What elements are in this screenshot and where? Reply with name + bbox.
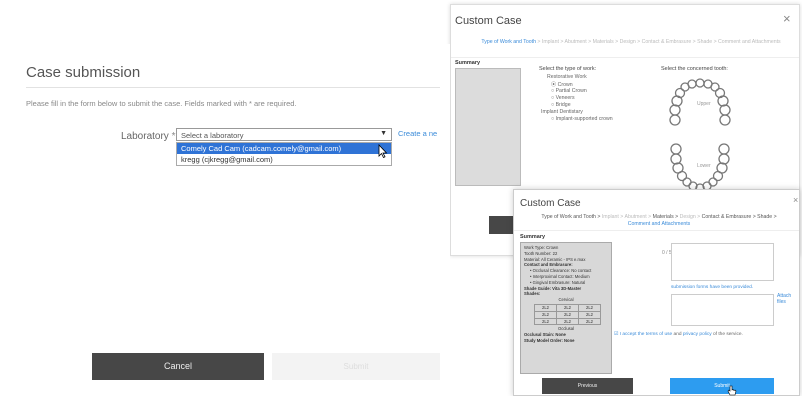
laboratory-option-comely[interactable]: Comely Cad Cam (cadcam.comely@gmail.com)	[177, 143, 391, 154]
step-comment[interactable]: Comment and Attachments	[628, 221, 691, 227]
tooth-chart[interactable]	[669, 77, 731, 195]
submit-button[interactable]: Submit	[670, 378, 774, 394]
summary-heading: Summary	[520, 234, 546, 240]
table-row: 2L2 2L2 2L2	[534, 317, 601, 326]
implant-label: Implant Dentistary	[541, 109, 583, 115]
dialog-title: Custom Case	[520, 198, 581, 209]
radio-bridge[interactable]: ○ Bridge	[551, 102, 571, 108]
required-mark: *	[171, 131, 176, 142]
lower-jaw-label: Lower	[697, 163, 711, 169]
shade-table: 2L2 2L2 2L2 2L2 2L2 2L2 2L2 2L2 2L2	[534, 303, 601, 326]
step-type-of-work[interactable]: Type of Work and Tooth	[481, 39, 536, 45]
step-type-of-work[interactable]: Type of Work and Tooth >	[541, 214, 602, 220]
form-description: Please fill in the form below to submit …	[26, 99, 297, 108]
step-materials[interactable]: Materials >	[653, 214, 680, 220]
comment-textarea[interactable]	[671, 243, 774, 281]
table-row: 2L2 2L2 2L2	[534, 310, 601, 319]
case-submission-page: Case submission Please fill in the form …	[4, 44, 450, 396]
submission-forms-link[interactable]: submission forms	[671, 285, 708, 290]
page-title: Case submission	[26, 64, 141, 81]
restorative-label: Restorative Work	[547, 74, 587, 80]
attachments-dropzone[interactable]	[671, 294, 774, 326]
summary-panel	[455, 68, 521, 186]
hand-pointer-icon	[727, 385, 737, 396]
cervical-label: Cervical	[558, 297, 574, 303]
summary-heading: Summary	[455, 60, 481, 66]
divider	[514, 230, 799, 231]
radio-implant-crown[interactable]: ○ Implant-supported crown	[551, 116, 613, 122]
terms-checkbox[interactable]: ☑	[614, 332, 618, 337]
dialog-title: Custom Case	[455, 15, 522, 27]
laboratory-select[interactable]: Select a laboratory ▼	[176, 128, 392, 141]
terms-row: ☑ I accept the terms of use and privacy …	[614, 332, 743, 337]
laboratory-option-kregg[interactable]: kregg (cjkregg@gmail.com)	[177, 154, 391, 165]
mouse-cursor-icon	[378, 144, 388, 158]
step-breadcrumb: Type of Work and Tooth > Implant > Abutm…	[524, 214, 794, 228]
divider	[451, 57, 799, 58]
cancel-button[interactable]: Cancel	[92, 353, 264, 380]
table-row: 2L2 2L2 2L2	[534, 303, 601, 312]
attach-files-link[interactable]: Attach files	[777, 293, 799, 305]
close-icon[interactable]: ×	[783, 11, 791, 26]
laboratory-label: Laboratory *	[121, 131, 176, 142]
forms-note: submission forms have been provided.	[671, 285, 754, 290]
step-rest: > Implant > Abutment > Materials > Desig…	[535, 39, 781, 45]
work-type-label: Select the type of work:	[539, 66, 597, 72]
dropdown-caret-icon: ▼	[380, 130, 387, 137]
tooth-select-label: Select the concerned tooth:	[661, 66, 728, 72]
create-laboratory-link[interactable]: Create a ne	[398, 129, 437, 138]
summary-panel: Work Type: Crown Tooth Number: 22 Materi…	[520, 242, 612, 374]
submit-button[interactable]: Submit	[272, 353, 440, 380]
terms-of-use-link[interactable]: terms of use	[646, 332, 672, 337]
laboratory-dropdown-list: Comely Cad Cam (cadcam.comely@gmail.com)…	[176, 142, 392, 166]
privacy-policy-link[interactable]: privacy policy	[683, 332, 712, 337]
radio-veneers[interactable]: ○ Veneers	[551, 95, 575, 101]
custom-case-summary-dialog: Custom Case × Type of Work and Tooth > I…	[513, 189, 800, 396]
radio-crown[interactable]: ⦿ Crown	[551, 81, 573, 88]
upper-jaw-label: Upper	[697, 101, 711, 107]
radio-partial-crown[interactable]: ○ Partial Crown	[551, 88, 587, 94]
divider	[26, 87, 440, 88]
step-breadcrumb: Type of Work and Tooth > Implant > Abutm…	[471, 38, 791, 46]
step-design: Design >	[679, 214, 702, 220]
select-value: Select a laboratory	[181, 131, 244, 140]
close-icon[interactable]: ×	[793, 195, 798, 205]
step-implant-abutment: Implant > Abutment >	[601, 214, 653, 220]
summary-study-model: Study Model Order: None	[524, 337, 575, 343]
previous-button[interactable]: Previous	[542, 378, 633, 394]
step-contact-shade[interactable]: Contact & Embrasure > Shade >	[702, 214, 777, 220]
